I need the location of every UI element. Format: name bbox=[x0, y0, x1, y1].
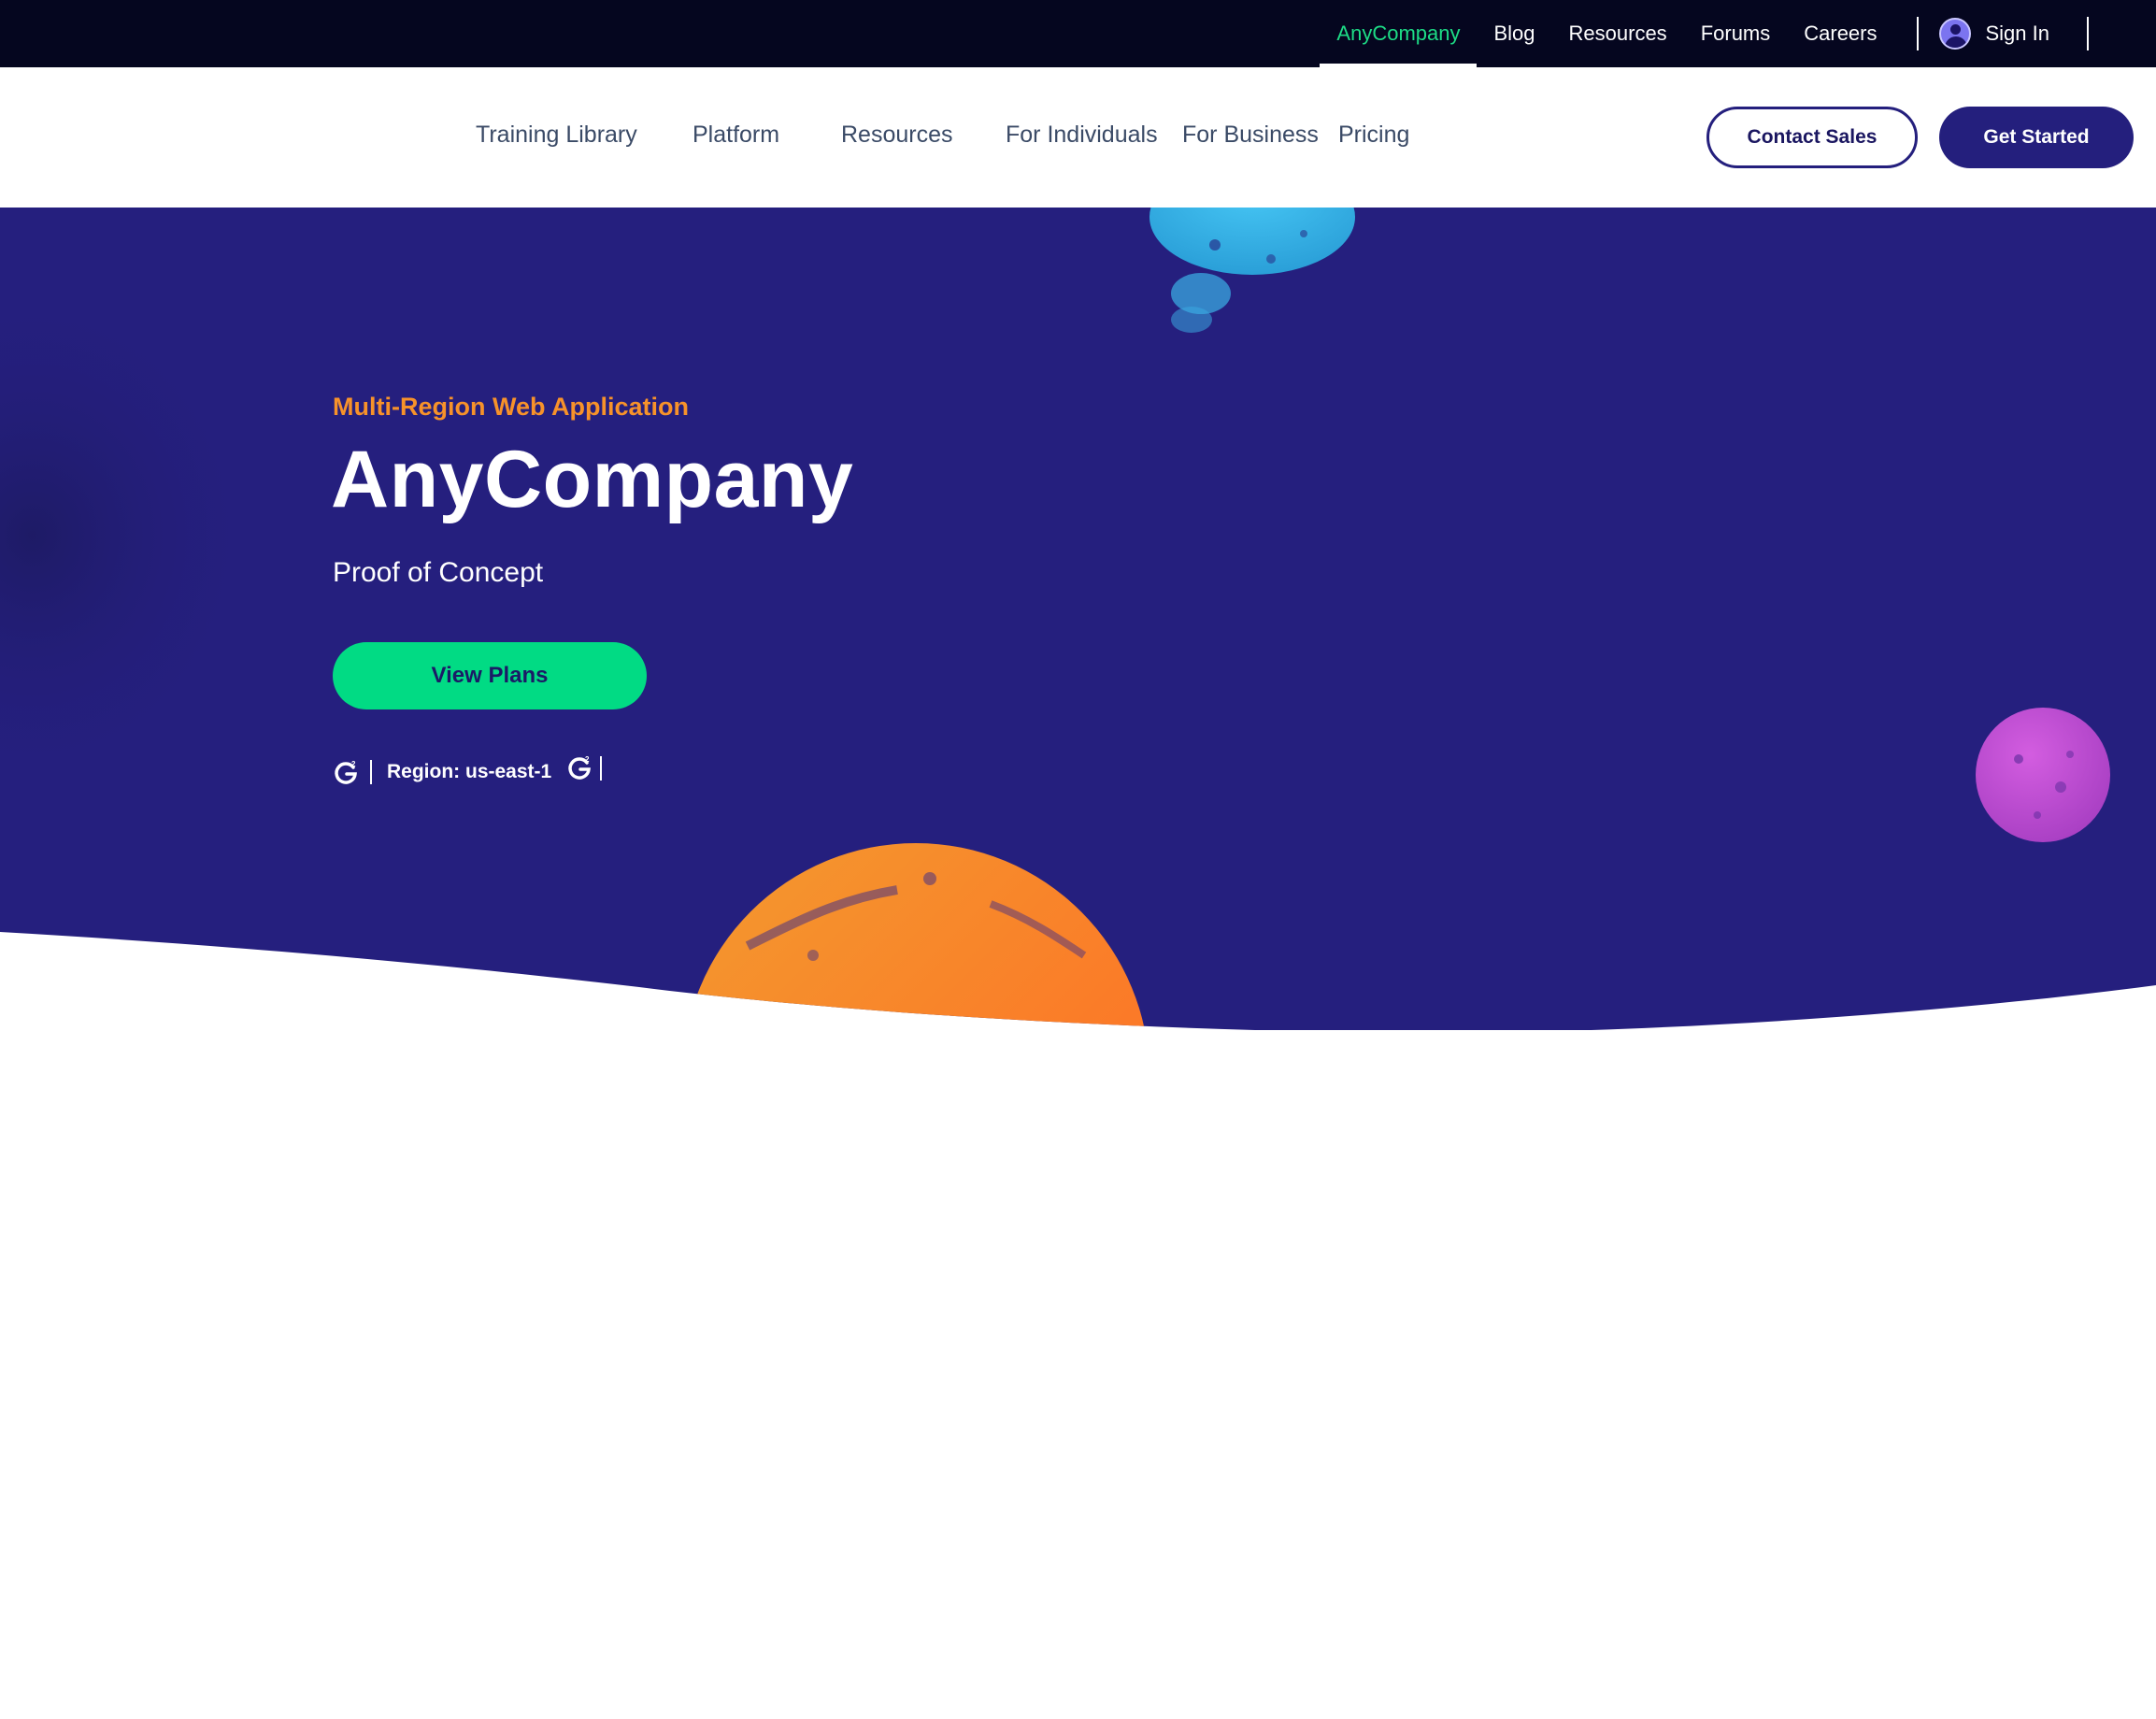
user-avatar-icon bbox=[1938, 18, 1971, 50]
hero-subtitle: Proof of Concept bbox=[333, 557, 544, 588]
hero-background bbox=[0, 208, 2156, 1030]
g2-icon: 2 bbox=[335, 760, 357, 784]
nav-for-individuals[interactable]: For Individuals bbox=[1006, 122, 1158, 149]
nav-resources[interactable]: Resources bbox=[841, 122, 953, 149]
svg-text:2: 2 bbox=[351, 760, 356, 768]
pink-planet-decoration bbox=[1976, 708, 2110, 842]
top-nav: AnyCompany Blog Resources Forums Careers… bbox=[1320, 0, 2156, 67]
svg-text:2: 2 bbox=[585, 755, 590, 764]
nav-training-library[interactable]: Training Library bbox=[476, 122, 637, 149]
top-nav-blog[interactable]: Blog bbox=[1477, 0, 1551, 67]
get-started-button[interactable]: Get Started bbox=[1939, 107, 2134, 168]
top-nav-resources[interactable]: Resources bbox=[1552, 0, 1684, 67]
top-nav-careers[interactable]: Careers bbox=[1787, 0, 1893, 67]
hero-eyebrow: Multi-Region Web Application bbox=[333, 393, 689, 421]
top-utility-bar: AnyCompany Blog Resources Forums Careers… bbox=[0, 0, 2156, 67]
region-divider-end bbox=[600, 756, 603, 781]
region-row: 2 Region: us-east-1 2 bbox=[333, 753, 603, 791]
hero-section: Multi-Region Web Application AnyCompany … bbox=[0, 208, 2156, 1030]
nav-pricing[interactable]: Pricing bbox=[1338, 122, 1409, 149]
nav-platform[interactable]: Platform bbox=[692, 122, 779, 149]
region-divider bbox=[370, 760, 372, 784]
hero-title: AnyCompany bbox=[331, 435, 854, 524]
sign-in-label: Sign In bbox=[1985, 21, 2050, 45]
nav-for-business[interactable]: For Business bbox=[1182, 122, 1319, 149]
contact-sales-button[interactable]: Contact Sales bbox=[1706, 107, 1918, 168]
top-nav-divider bbox=[1916, 17, 1919, 50]
top-nav-forums[interactable]: Forums bbox=[1684, 0, 1788, 67]
top-nav-anycompany[interactable]: AnyCompany bbox=[1320, 0, 1478, 67]
top-nav-divider-end bbox=[2087, 17, 2089, 50]
sign-in-link[interactable]: Sign In bbox=[1938, 18, 2088, 50]
g2-icon: 2 bbox=[568, 755, 592, 780]
region-label: Region: us-east-1 bbox=[387, 761, 552, 782]
view-plans-button[interactable]: View Plans bbox=[333, 642, 647, 709]
